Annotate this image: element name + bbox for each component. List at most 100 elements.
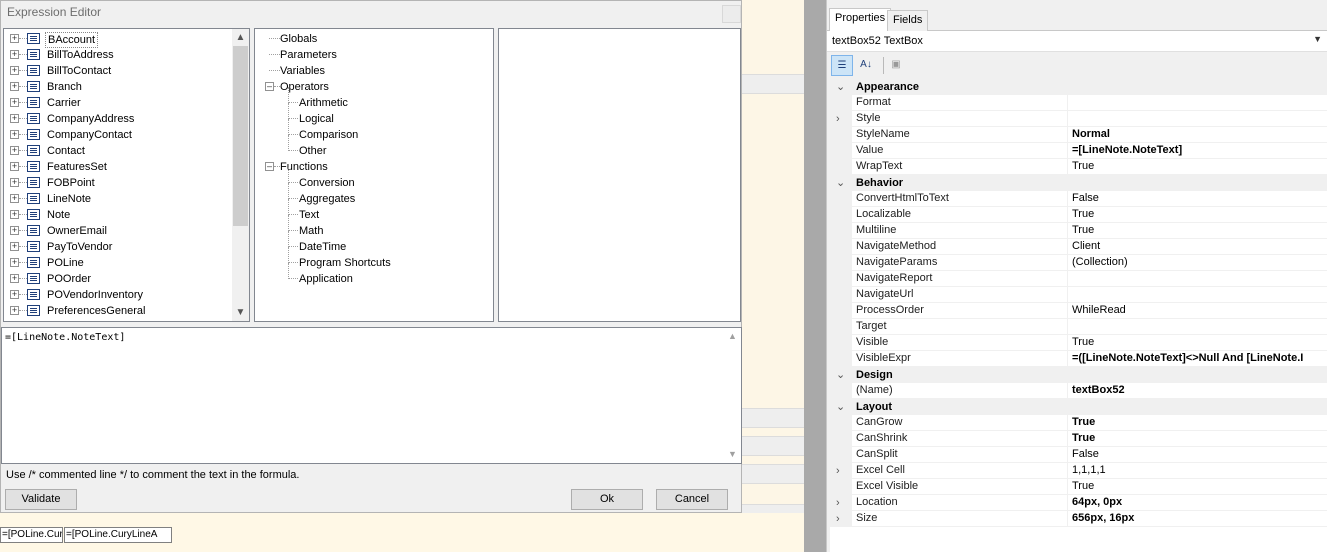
tab-properties[interactable]: Properties [829,8,892,32]
expand-plus-icon[interactable]: + [10,98,19,107]
scroll-down-icon[interactable]: ▼ [724,446,741,463]
entity-item[interactable]: + OwnerEmail [4,223,234,239]
expand-plus-icon[interactable]: + [10,34,19,43]
property-value[interactable]: False [1068,191,1327,207]
property-row[interactable]: NavigateReport [830,271,1327,287]
expand-chevron-icon[interactable]: › [836,512,840,526]
property-row[interactable]: WrapText True [830,159,1327,175]
function-group[interactable]: Variables [255,63,485,79]
function-item[interactable]: Program Shortcuts [255,247,485,271]
property-row[interactable]: Target [830,319,1327,335]
property-row[interactable]: ConvertHtmlToText False [830,191,1327,207]
function-group[interactable]: – Functions [255,159,485,175]
expand-plus-icon[interactable]: + [10,162,19,171]
property-row[interactable]: Multiline True [830,223,1327,239]
entity-item[interactable]: + PayToVendor [4,239,234,255]
expand-plus-icon[interactable]: + [10,146,19,155]
property-row[interactable]: Excel Visible True [830,479,1327,495]
function-item[interactable]: Other [255,135,485,159]
expand-plus-icon[interactable]: + [10,274,19,283]
property-value[interactable]: True [1068,207,1327,223]
entity-item[interactable]: + CompanyAddress [4,111,234,127]
property-value[interactable]: 64px, 0px [1068,495,1327,511]
property-value[interactable]: 656px, 16px [1068,511,1327,527]
property-row[interactable]: StyleName Normal [830,127,1327,143]
property-row[interactable]: Format [830,95,1327,111]
entity-item[interactable]: + FOBPoint [4,175,234,191]
expand-plus-icon[interactable]: + [10,306,19,315]
property-value[interactable] [1068,271,1327,287]
expand-chevron-icon[interactable]: › [836,112,840,126]
property-row[interactable]: CanShrink True [830,431,1327,447]
ok-button[interactable]: Ok [571,489,643,510]
expand-plus-icon[interactable]: + [10,130,19,139]
entity-item[interactable]: + Contact [4,143,234,159]
scroll-down-icon[interactable]: ▼ [232,304,249,321]
expand-chevron-icon[interactable]: › [836,464,840,478]
close-button[interactable] [722,5,741,23]
collapse-chevron-icon[interactable]: ⌄ [836,176,845,190]
property-row[interactable]: NavigateParams (Collection) [830,255,1327,271]
expand-plus-icon[interactable]: + [10,290,19,299]
collapse-chevron-icon[interactable]: ⌄ [836,80,845,94]
property-value[interactable]: WhileRead [1068,303,1327,319]
property-row[interactable]: Localizable True [830,207,1327,223]
expand-plus-icon[interactable]: + [10,66,19,75]
property-category[interactable]: ⌄ Behavior [830,175,1327,191]
formula-text[interactable]: =[LineNote.NoteText] [5,332,125,343]
entities-scrollbar[interactable]: ▲ ▼ [232,29,249,321]
property-value[interactable] [1068,319,1327,335]
collapse-minus-icon[interactable]: – [265,82,274,91]
function-group[interactable]: – Operators [255,79,485,95]
entity-item[interactable]: + PreferencesGeneral [4,303,234,319]
property-row[interactable]: › Size 656px, 16px [830,511,1327,527]
scroll-up-icon[interactable]: ▲ [724,328,741,345]
entity-item[interactable]: + FeaturesSet [4,159,234,175]
designer-splitter[interactable] [804,0,826,552]
property-row[interactable]: › Excel Cell 1,1,1,1 [830,463,1327,479]
categorized-icon[interactable]: ☰ [831,55,853,76]
property-category[interactable]: ⌄ Design [830,367,1327,383]
expand-plus-icon[interactable]: + [10,194,19,203]
function-group[interactable]: Parameters [255,47,485,63]
property-pages-icon[interactable]: ▣ [885,55,907,76]
property-category[interactable]: ⌄ Layout [830,399,1327,415]
report-textbox[interactable]: =[POLine.CuryLineA [64,527,172,543]
property-row[interactable]: CanSplit False [830,447,1327,463]
function-item[interactable]: DateTime [255,231,485,255]
property-value[interactable]: True [1068,431,1327,447]
property-value[interactable]: True [1068,159,1327,175]
entity-item[interactable]: + BillToAddress [4,47,234,63]
cancel-button[interactable]: Cancel [656,489,728,510]
entity-item[interactable]: + POLine [4,255,234,271]
expand-plus-icon[interactable]: + [10,50,19,59]
property-value[interactable] [1068,111,1327,127]
property-row[interactable]: Value =[LineNote.NoteText] [830,143,1327,159]
sort-alphabetical-icon[interactable]: A↓ [855,55,877,76]
entity-item[interactable]: + POVendorInventory [4,287,234,303]
expand-plus-icon[interactable]: + [10,226,19,235]
property-value[interactable]: True [1068,223,1327,239]
entity-item[interactable]: + CompanyContact [4,127,234,143]
validate-button[interactable]: Validate [5,489,77,510]
property-value[interactable]: (Collection) [1068,255,1327,271]
property-value[interactable]: True [1068,415,1327,431]
property-row[interactable]: CanGrow True [830,415,1327,431]
collapse-chevron-icon[interactable]: ⌄ [836,368,845,382]
expand-plus-icon[interactable]: + [10,82,19,91]
property-row[interactable]: (Name) textBox52 [830,383,1327,399]
property-row[interactable]: ProcessOrder WhileRead [830,303,1327,319]
function-item[interactable]: Text [255,199,485,223]
expand-chevron-icon[interactable]: › [836,496,840,510]
property-value[interactable]: Normal [1068,127,1327,143]
function-group[interactable]: Globals [255,31,485,47]
object-selector[interactable]: textBox52 TextBox ▼ [827,31,1327,52]
property-row[interactable]: › Location 64px, 0px [830,495,1327,511]
report-textbox[interactable]: =[POLine.Cur [0,527,63,543]
property-row[interactable]: › Style [830,111,1327,127]
entity-item[interactable]: + Note [4,207,234,223]
property-value[interactable] [1068,287,1327,303]
property-value[interactable]: =([LineNote.NoteText]<>Null And [LineNot… [1068,351,1327,367]
function-item[interactable]: Application [255,263,485,287]
property-value[interactable] [1068,95,1327,111]
